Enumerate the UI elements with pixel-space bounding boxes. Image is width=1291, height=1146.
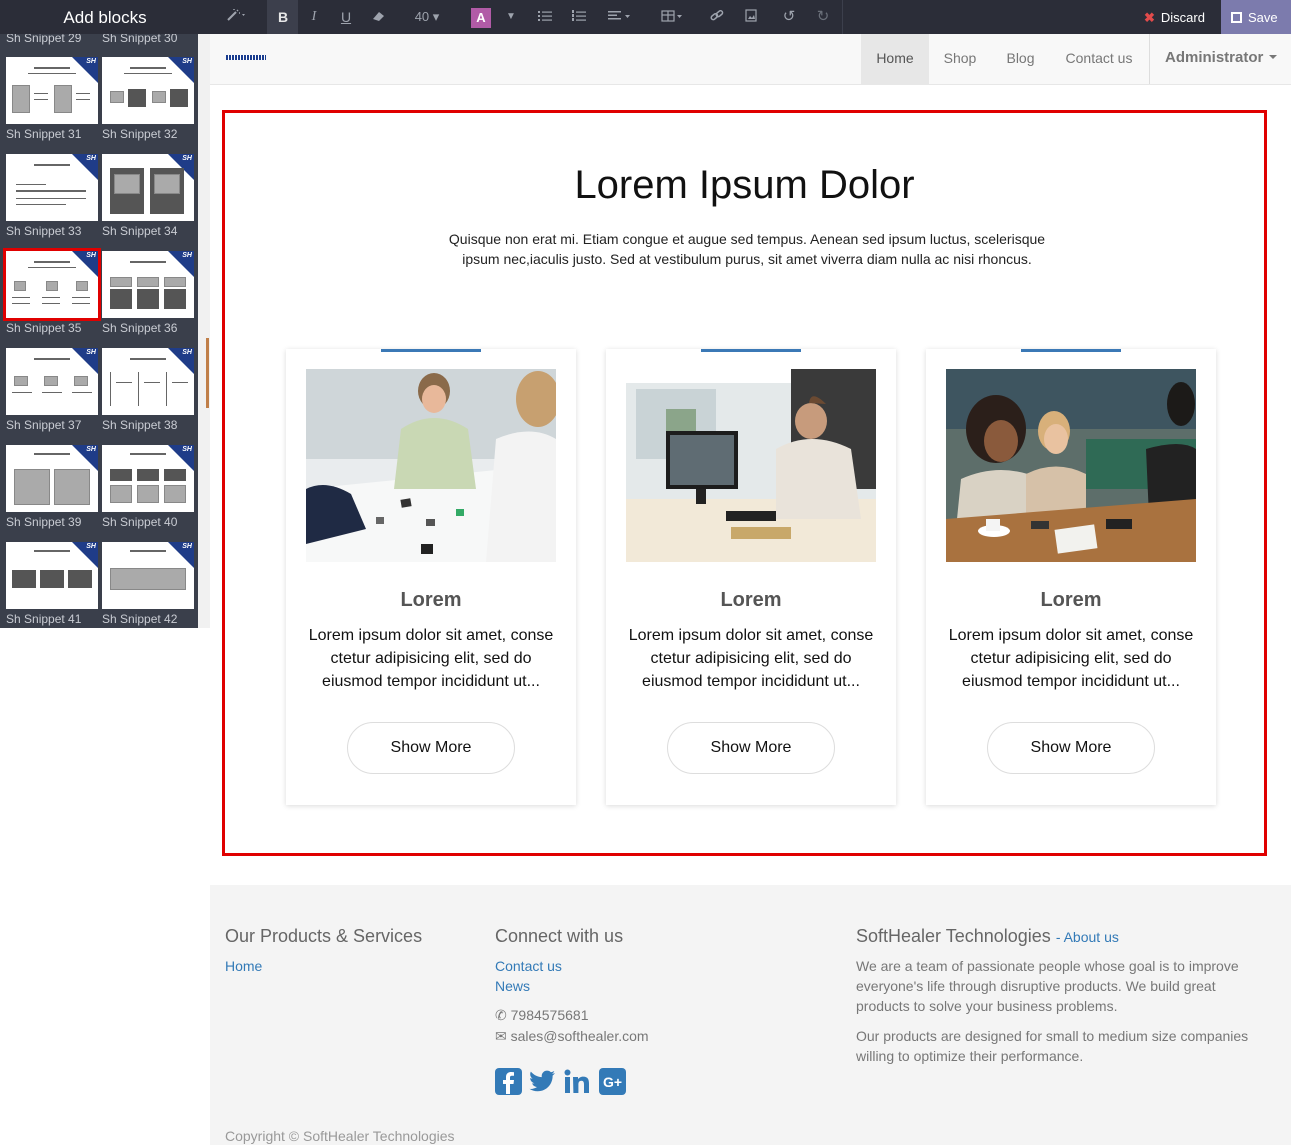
footer-about-text: We are a team of passionate people whose… [856,958,1239,1014]
chevron-down-icon[interactable]: ▼ [502,0,520,34]
undo-icon[interactable]: ↺ [780,0,798,34]
nav-home[interactable]: Home [861,34,929,84]
snippet-thumbnail: SH [6,57,98,124]
nav-blog[interactable]: Blog [991,34,1050,84]
card-heading: Lorem [1040,589,1102,611]
snippet-thumbnail: SH [102,154,194,221]
envelope-icon: ✉ [495,1028,507,1044]
font-size-select[interactable]: 40 ▾ [408,0,446,34]
snippet-thumbnail: SH [6,445,98,512]
snippet-label: Sh Snippet 38 [102,418,178,432]
facebook-icon[interactable] [495,1068,522,1095]
snippet-label: Sh Snippet 30 [102,34,178,45]
snippet-thumbnail: SH [6,348,98,415]
snippet-label: Sh Snippet 39 [6,515,82,529]
show-more-button[interactable]: Show More [347,722,515,774]
footer-connect-heading: Connect with us [495,926,624,946]
feature-card: Lorem Lorem ipsum dolor sit amet, conse … [606,349,896,805]
snippet-label: Sh Snippet 42 [102,612,178,626]
snippet-thumbnail: SH [102,348,194,415]
bullet-list-icon[interactable] [536,0,554,34]
footer-about-link[interactable]: About us [1064,929,1119,945]
snippet-thumbnail: SH [6,154,98,221]
card-text: Lorem ipsum dolor sit amet, conse ctetur… [308,627,554,690]
card-heading: Lorem [720,589,782,611]
eraser-icon[interactable] [365,0,393,34]
user-menu[interactable]: Administrator [1149,34,1291,84]
nav-shop[interactable]: Shop [929,34,991,84]
card-heading: Lorem [400,589,462,611]
footer-link-news[interactable]: News [495,978,530,994]
footer-company-heading: SoftHealer Technologies - About us [856,926,1119,946]
snippet-label: Sh Snippet 37 [6,418,82,432]
feature-card: Lorem Lorem ipsum dolor sit amet, conse … [926,349,1216,805]
redo-icon[interactable]: ↻ [814,0,832,34]
sidebar-title: Add blocks [0,0,210,34]
snippet-thumbnail: SH [3,248,101,321]
snippet-label: Sh Snippet 34 [102,224,178,238]
snippet-thumbnail: SH [6,542,98,609]
snippet-label: Sh Snippet 32 [102,127,178,141]
save-icon [1231,12,1242,23]
save-button[interactable]: Save [1221,0,1291,34]
card-text: Lorem ipsum dolor sit amet, conse ctetur… [628,627,874,690]
card-image-team-meeting [306,369,556,562]
sidebar-scrollbar[interactable] [198,34,210,628]
snippet-label: Sh Snippet 35 [6,321,82,335]
phone-icon: ✆ [495,1007,507,1023]
add-blocks-sidebar: Add blocks Sh Snippet 29 Sh Snippet 30 S… [0,0,210,1145]
image-icon[interactable] [742,0,760,34]
snippet-thumbnail: SH [102,251,194,318]
footer-link-home[interactable]: Home [225,958,262,974]
linkedin-icon[interactable] [563,1068,590,1095]
site-footer: Our Products & Services Home Connect wit… [210,885,1291,1145]
google-plus-icon[interactable]: G+ [599,1068,626,1095]
discard-button[interactable]: ✖ Discard [1132,0,1221,34]
link-icon[interactable] [708,0,726,34]
selected-snippet-block[interactable]: Lorem Ipsum Dolor Quisque non erat mi. E… [222,110,1267,856]
card-image-cafe-meeting [946,369,1196,562]
card-image-office-desk [626,369,876,562]
softhealer-logo[interactable] [226,55,266,60]
copyright: Copyright © SoftHealer Technologies [225,1128,455,1144]
footer-about-text-2: Our products are designed for small to m… [856,1028,1249,1064]
card-text: Lorem ipsum dolor sit amet, conse ctetur… [948,627,1194,690]
snippet-label: Sh Snippet 33 [6,224,82,238]
nav-contact-us[interactable]: Contact us [1050,34,1148,84]
snippet-label: Sh Snippet 36 [102,321,178,335]
footer-link-contact[interactable]: Contact us [495,958,562,974]
show-more-button[interactable]: Show More [667,722,835,774]
section-subtitle: Quisque non erat mi. Etiam congue et aug… [448,231,1046,267]
numbered-list-icon[interactable] [570,0,588,34]
editor-toolbar: B I U 40 ▾ A ▼ ↺ ↻ ✖ Discard Save [210,0,1291,34]
snippet-label: Sh Snippet 29 [6,34,82,45]
snippet-label: Sh Snippet 41 [6,612,82,626]
snippet-label: Sh Snippet 40 [102,515,178,529]
underline-button[interactable]: U [332,0,360,34]
svg-text:G+: G+ [603,1074,622,1090]
site-navbar: Home Shop Blog Contact us Administrator [210,34,1291,85]
snippet-thumbnail: SH [102,57,194,124]
snippet-thumbnail: SH [102,445,194,512]
align-icon[interactable] [606,0,634,34]
snippet-label: Sh Snippet 31 [6,127,82,141]
footer-email: ✉ sales@softhealer.com [495,1028,649,1044]
snippet-list[interactable]: Sh Snippet 29 Sh Snippet 30 SH Sh Snippe… [0,34,210,628]
bold-button[interactable]: B [268,0,298,34]
twitter-icon[interactable] [529,1068,556,1095]
feature-card: Lorem Lorem ipsum dolor sit amet, conse … [286,349,576,805]
text-color-button[interactable]: A [470,0,492,34]
snippet-thumbnail: SH [102,542,194,609]
magic-wand-icon[interactable] [222,0,252,34]
caret-down-icon [1269,55,1278,59]
show-more-button[interactable]: Show More [987,722,1155,774]
close-icon: ✖ [1144,10,1155,25]
footer-phone: ✆ 7984575681 [495,1007,589,1023]
footer-products-heading: Our Products & Services [225,926,423,946]
section-title: Lorem Ipsum Dolor [574,163,915,207]
table-icon[interactable] [660,0,686,34]
italic-button[interactable]: I [300,0,328,34]
